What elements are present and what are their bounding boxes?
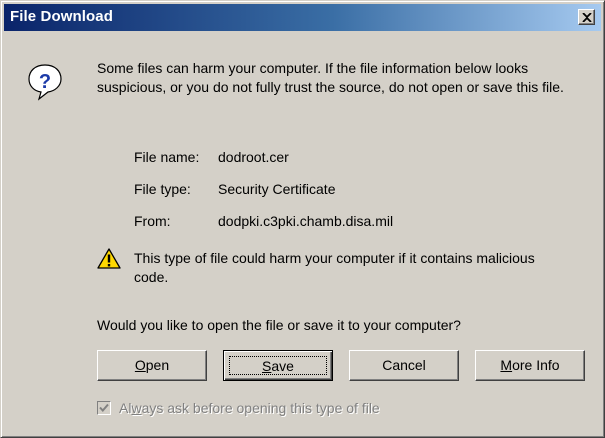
warning-icon [97, 248, 121, 274]
title-bar[interactable]: File Download [4, 4, 601, 31]
file-source-label: From: [134, 213, 171, 229]
always-ask-label-prefix: Al [119, 400, 132, 416]
checkmark-icon [99, 403, 109, 412]
file-name-label: File name: [134, 149, 200, 165]
open-mnemonic: O [134, 357, 146, 373]
open-label: pen [145, 357, 170, 373]
dialog-title: File Download [10, 8, 113, 25]
more-info-mnemonic: M [500, 357, 513, 373]
save-button[interactable]: Save [223, 350, 333, 381]
close-icon [582, 13, 592, 22]
save-mnemonic: S [262, 358, 272, 374]
file-type-label: File type: [134, 181, 191, 197]
svg-text:?: ? [39, 71, 51, 93]
always-ask-checkbox [97, 401, 111, 415]
file-name-value: dodroot.cer [218, 149, 289, 165]
more-info-label: ore Info [512, 357, 560, 373]
warning-message: Some files can harm your computer. If th… [97, 60, 564, 95]
always-ask-mnemonic: w [131, 400, 142, 416]
save-label: ave [271, 358, 294, 374]
harm-warning-text: This type of file could harm your comput… [134, 250, 535, 285]
file-type-value: Security Certificate [218, 181, 336, 197]
file-source-value: dodpki.c3pki.chamb.disa.mil [218, 213, 394, 229]
always-ask-label-suffix: ays ask before opening this type of file [141, 400, 380, 416]
save-focus-rect: Save [229, 356, 327, 375]
question-icon: ? [27, 63, 63, 106]
always-ask-label: Always ask before opening this type of f… [119, 400, 380, 416]
file-download-dialog: File Download ? Some files can harm your… [0, 0, 605, 438]
cancel-button[interactable]: Cancel [349, 350, 459, 381]
more-info-button[interactable]: More Info [475, 350, 585, 381]
open-button[interactable]: Open [97, 350, 207, 381]
action-question: Would you like to open the file or save … [97, 317, 461, 333]
close-button[interactable] [578, 9, 595, 25]
